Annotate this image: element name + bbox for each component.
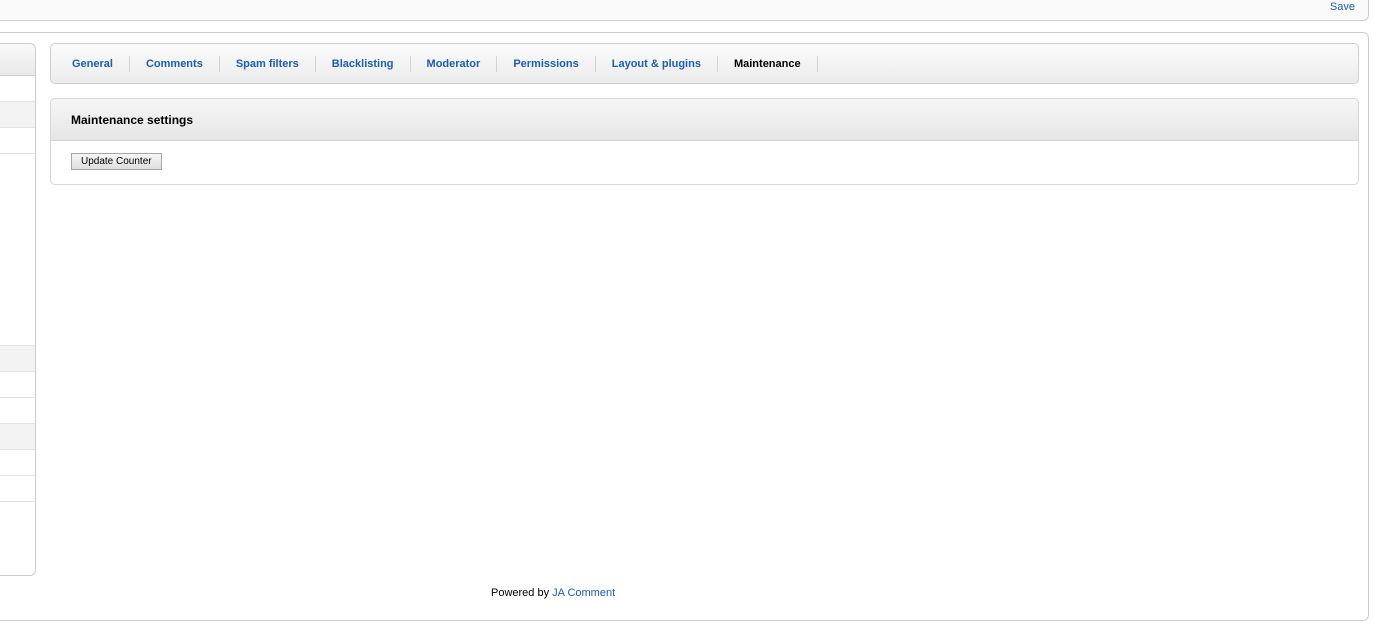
- tab-permissions[interactable]: Permissions: [497, 55, 596, 72]
- sidebar-row[interactable]: [0, 372, 35, 398]
- sidebar-header: [0, 44, 35, 76]
- sidebar-section: [0, 154, 35, 346]
- tab-blacklisting[interactable]: Blacklisting: [316, 55, 411, 72]
- tab-layout-plugins[interactable]: Layout & plugins: [596, 55, 718, 72]
- settings-tabs: General Comments Spam filters Blacklisti…: [50, 43, 1359, 84]
- tab-spam-filters[interactable]: Spam filters: [220, 55, 316, 72]
- update-counter-button[interactable]: Update Counter: [71, 153, 162, 170]
- sidebar-row[interactable]: [0, 450, 35, 476]
- maintenance-panel: Maintenance settings Update Counter: [50, 98, 1359, 185]
- tab-comments[interactable]: Comments: [130, 55, 220, 72]
- tab-general[interactable]: General: [56, 55, 130, 72]
- sidebar-row[interactable]: [0, 424, 35, 450]
- top-toolbar: Save: [0, 0, 1369, 21]
- save-link[interactable]: Save: [1330, 1, 1355, 13]
- sidebar-row[interactable]: [0, 128, 35, 154]
- sidebar-row[interactable]: [0, 76, 35, 102]
- left-sidebar-menu: [0, 43, 36, 576]
- sidebar-row[interactable]: [0, 346, 35, 372]
- footer-prefix: Powered by: [491, 587, 550, 599]
- sidebar-row[interactable]: [0, 102, 35, 128]
- sidebar-row[interactable]: [0, 398, 35, 424]
- tab-moderator[interactable]: Moderator: [411, 55, 498, 72]
- tab-maintenance[interactable]: Maintenance: [718, 55, 818, 72]
- panel-body: Update Counter: [51, 141, 1358, 182]
- footer: Powered by JA Comment: [491, 587, 615, 599]
- panel-title: Maintenance settings: [51, 99, 1358, 141]
- ja-comment-link[interactable]: JA Comment: [552, 587, 615, 599]
- sidebar-row[interactable]: [0, 476, 35, 502]
